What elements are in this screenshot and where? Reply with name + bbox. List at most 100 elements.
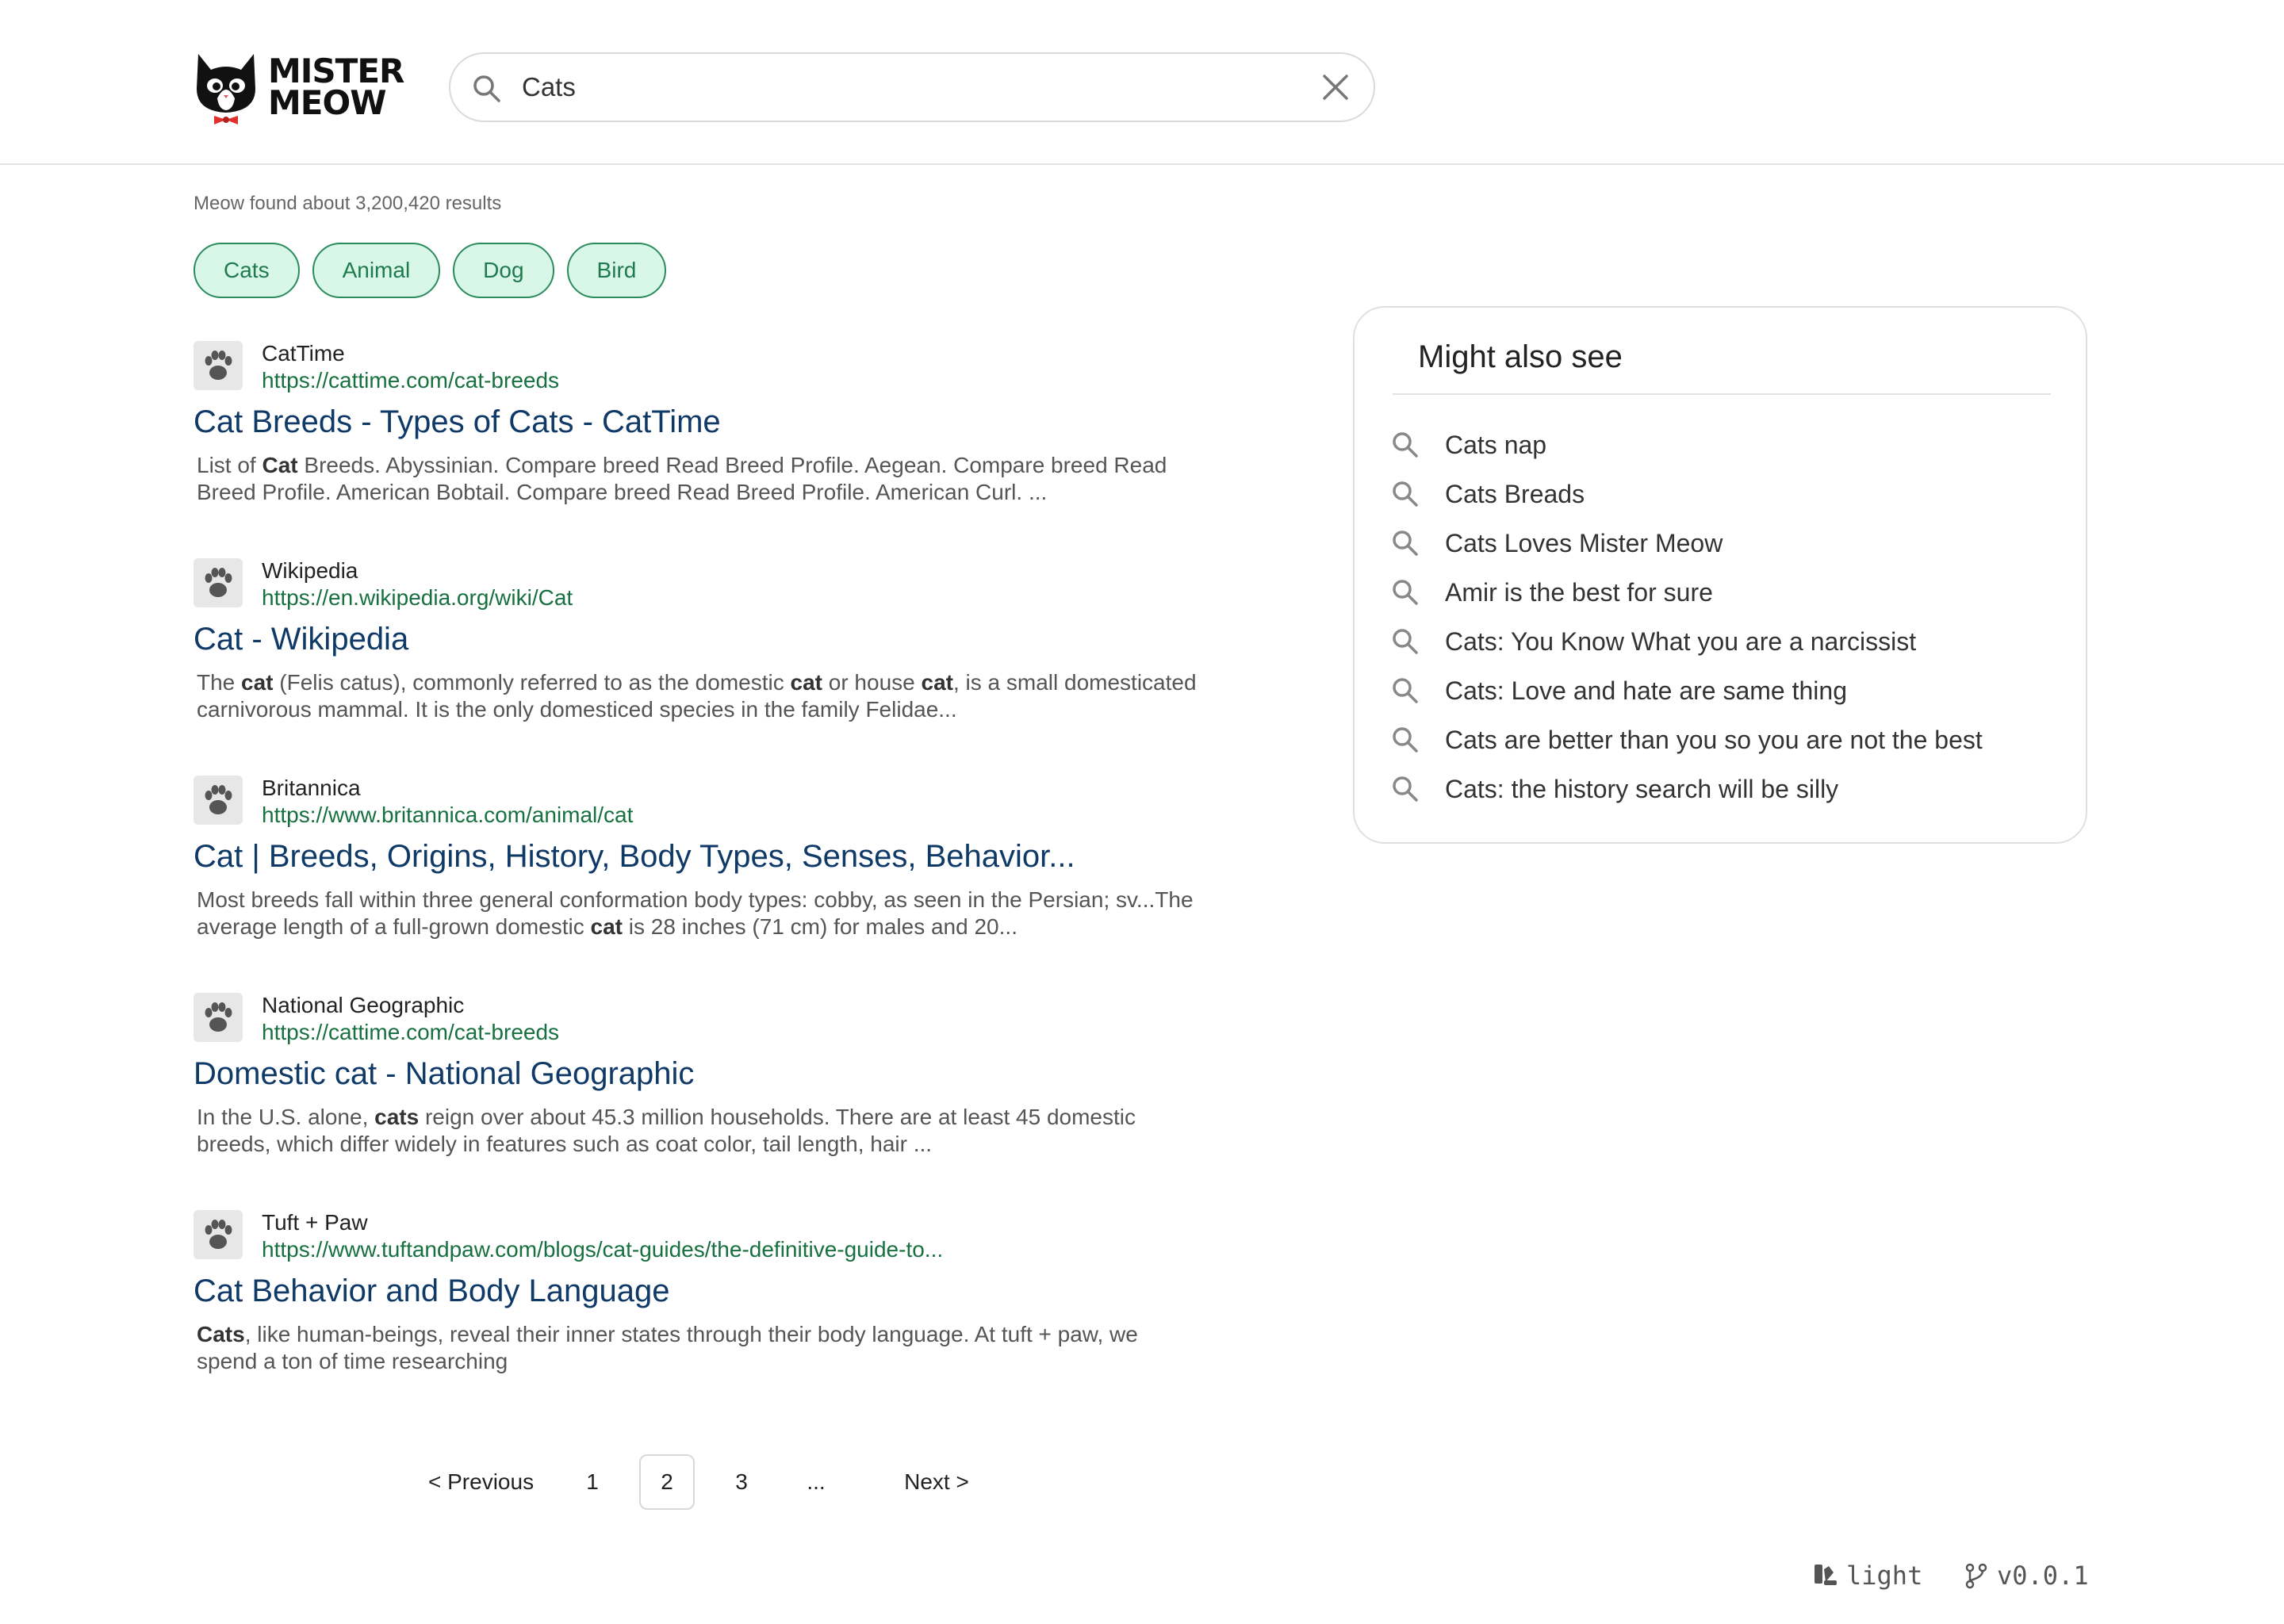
result-title-link[interactable]: Cat | Breeds, Origins, History, Body Typ… (194, 839, 1075, 875)
brand-line-2: MEOW (268, 83, 387, 122)
chip-animal[interactable]: Animal (312, 243, 441, 298)
result-item: National Geographic https://cattime.com/c… (194, 991, 1209, 1208)
search-icon (1393, 432, 1418, 458)
search-icon (1393, 776, 1418, 802)
theme-icon (1815, 1565, 1837, 1585)
snippet-text: Breeds. Abyssinian. Compare breed Read B… (197, 453, 1167, 504)
result-title-link[interactable]: Cat Breeds - Types of Cats - CatTime (194, 404, 721, 440)
snippet-highlight: Cat (262, 453, 298, 477)
suggestion-label: Cats Loves Mister Meow (1445, 528, 1723, 557)
search-icon (1393, 629, 1418, 654)
snippet-highlight: cat (241, 670, 274, 695)
search-icon (1393, 580, 1418, 605)
brand-name: MISTER MEOW (268, 52, 404, 122)
snippet-text: In the U.S. alone, (197, 1105, 375, 1129)
result-snippet: List of Cat Breeds. Abyssinian. Compare … (197, 452, 1204, 506)
suggestion-item[interactable]: Cats: the history search will be silly (1389, 764, 2071, 814)
result-snippet: In the U.S. alone, cats reign over about… (197, 1104, 1204, 1158)
suggestion-item[interactable]: Cats: Love and hate are same thing (1389, 666, 2071, 715)
search-bar[interactable]: Cats (449, 52, 1375, 122)
paw-icon (194, 341, 243, 390)
suggestion-item[interactable]: Amir is the best for sure (1389, 568, 2071, 617)
result-url[interactable]: https://en.wikipedia.org/wiki/Cat (262, 585, 573, 611)
search-icon (1393, 727, 1418, 753)
pagination-ellipsis: ... (807, 1469, 826, 1494)
suggestion-item[interactable]: Cats Breads (1389, 469, 2071, 519)
result-item: Wikipedia https://en.wikipedia.org/wiki/C… (194, 557, 1209, 774)
panel-title: Might also see (1418, 339, 1623, 374)
search-icon (473, 75, 500, 102)
suggestion-item[interactable]: Cats: You Know What you are a narcissist (1389, 617, 2071, 666)
cat-logo-icon (197, 54, 255, 124)
results-list: CatTime https://cattime.com/cat-breeds Cat… (194, 339, 1209, 1426)
result-title-link[interactable]: Domestic cat - National Geographic (194, 1056, 694, 1092)
filter-chips: Cats Animal Dog Bird (194, 243, 667, 298)
suggestion-label: Cats: the history search will be silly (1445, 774, 1839, 803)
suggestion-label: Cats nap (1445, 430, 1547, 459)
snippet-text: (Felis catus), commonly referred to as t… (273, 670, 791, 695)
result-title-link[interactable]: Cat Behavior and Body Language (194, 1274, 669, 1309)
theme-toggle[interactable]: light (1811, 1556, 1922, 1595)
snippet-highlight: cats (374, 1105, 420, 1129)
result-item: Tuft + Paw https://www.tuftandpaw.com/blo… (194, 1208, 1209, 1426)
paw-icon (194, 993, 243, 1042)
result-title-link[interactable]: Cat - Wikipedia (194, 622, 408, 657)
results-count: Meow found about 3,200,420 results (194, 193, 502, 214)
suggestion-item[interactable]: Cats are better than you so you are not … (1389, 715, 2071, 764)
suggestion-label: Cats: You Know What you are a narcissist (1445, 626, 1917, 656)
snippet-highlight: cat (921, 670, 953, 695)
chip-dog[interactable]: Dog (453, 243, 554, 298)
divider (1393, 393, 2051, 395)
theme-label: light (1846, 1561, 1923, 1591)
suggestion-label: Amir is the best for sure (1445, 577, 1713, 607)
result-site-name: Wikipedia (262, 558, 358, 583)
result-site-name: Tuft + Paw (262, 1210, 368, 1235)
header: MISTER MEOW Cats (0, 0, 2284, 165)
page-1-button[interactable]: 1 (565, 1454, 620, 1510)
result-snippet: Cats, like human-beings, reveal their in… (197, 1321, 1204, 1375)
result-url[interactable]: https://www.britannica.com/animal/cat (262, 802, 633, 828)
related-searches-panel: Might also see Cats nap Cats Breads Cats L… (1353, 306, 2087, 844)
version-label: v0.0.1 (1997, 1561, 2089, 1591)
result-site-name: National Geographic (262, 993, 465, 1017)
paw-icon (194, 558, 243, 607)
result-url[interactable]: https://www.tuftandpaw.com/blogs/cat-gui… (262, 1237, 943, 1262)
search-icon (1393, 678, 1418, 703)
suggestion-item[interactable]: Cats nap (1389, 420, 2071, 469)
result-site-name: Britannica (262, 776, 361, 800)
chip-cats[interactable]: Cats (194, 243, 300, 298)
suggestion-label: Cats Breads (1445, 479, 1585, 508)
version-info: v0.0.1 (1962, 1556, 2089, 1595)
git-branch-icon (1965, 1563, 1987, 1589)
brand-line-1: MISTER (268, 52, 404, 90)
result-item: CatTime https://cattime.com/cat-breeds Cat… (194, 339, 1209, 557)
snippet-text: List of (197, 453, 263, 477)
page-2-button[interactable]: 2 (639, 1454, 695, 1510)
close-icon[interactable] (1320, 71, 1351, 103)
chip-bird[interactable]: Bird (566, 243, 667, 298)
page-3-button[interactable]: 3 (714, 1454, 769, 1510)
result-item: Britannica https://www.britannica.com/ani… (194, 774, 1209, 991)
pagination: < Previous 1 2 3 ... Next > (412, 1454, 996, 1510)
snippet-highlight: Cats (197, 1322, 245, 1346)
search-icon (1393, 481, 1418, 507)
logo[interactable]: MISTER MEOW (194, 49, 404, 125)
snippet-text: The (197, 670, 242, 695)
search-input[interactable]: Cats (522, 54, 576, 121)
suggestion-item[interactable]: Cats Loves Mister Meow (1389, 519, 2071, 568)
suggestion-list: Cats nap Cats Breads Cats Loves Mister Meo… (1389, 420, 2071, 814)
result-site-name: CatTime (262, 341, 345, 366)
result-url[interactable]: https://cattime.com/cat-breeds (262, 368, 559, 393)
previous-page-button[interactable]: < Previous (412, 1454, 555, 1510)
search-icon (1393, 530, 1418, 556)
result-snippet: The cat (Felis catus), commonly referred… (197, 669, 1204, 723)
next-page-button[interactable]: Next > (877, 1454, 996, 1510)
result-snippet: Most breeds fall within three general co… (197, 887, 1204, 940)
suggestion-label: Cats are better than you so you are not … (1445, 725, 1983, 754)
result-url[interactable]: https://cattime.com/cat-breeds (262, 1020, 559, 1045)
suggestion-label: Cats: Love and hate are same thing (1445, 676, 1847, 705)
snippet-text: , like human-beings, reveal their inner … (197, 1322, 1138, 1373)
snippet-highlight: cat (790, 670, 822, 695)
paw-icon (194, 1210, 243, 1259)
snippet-text: or house (822, 670, 922, 695)
